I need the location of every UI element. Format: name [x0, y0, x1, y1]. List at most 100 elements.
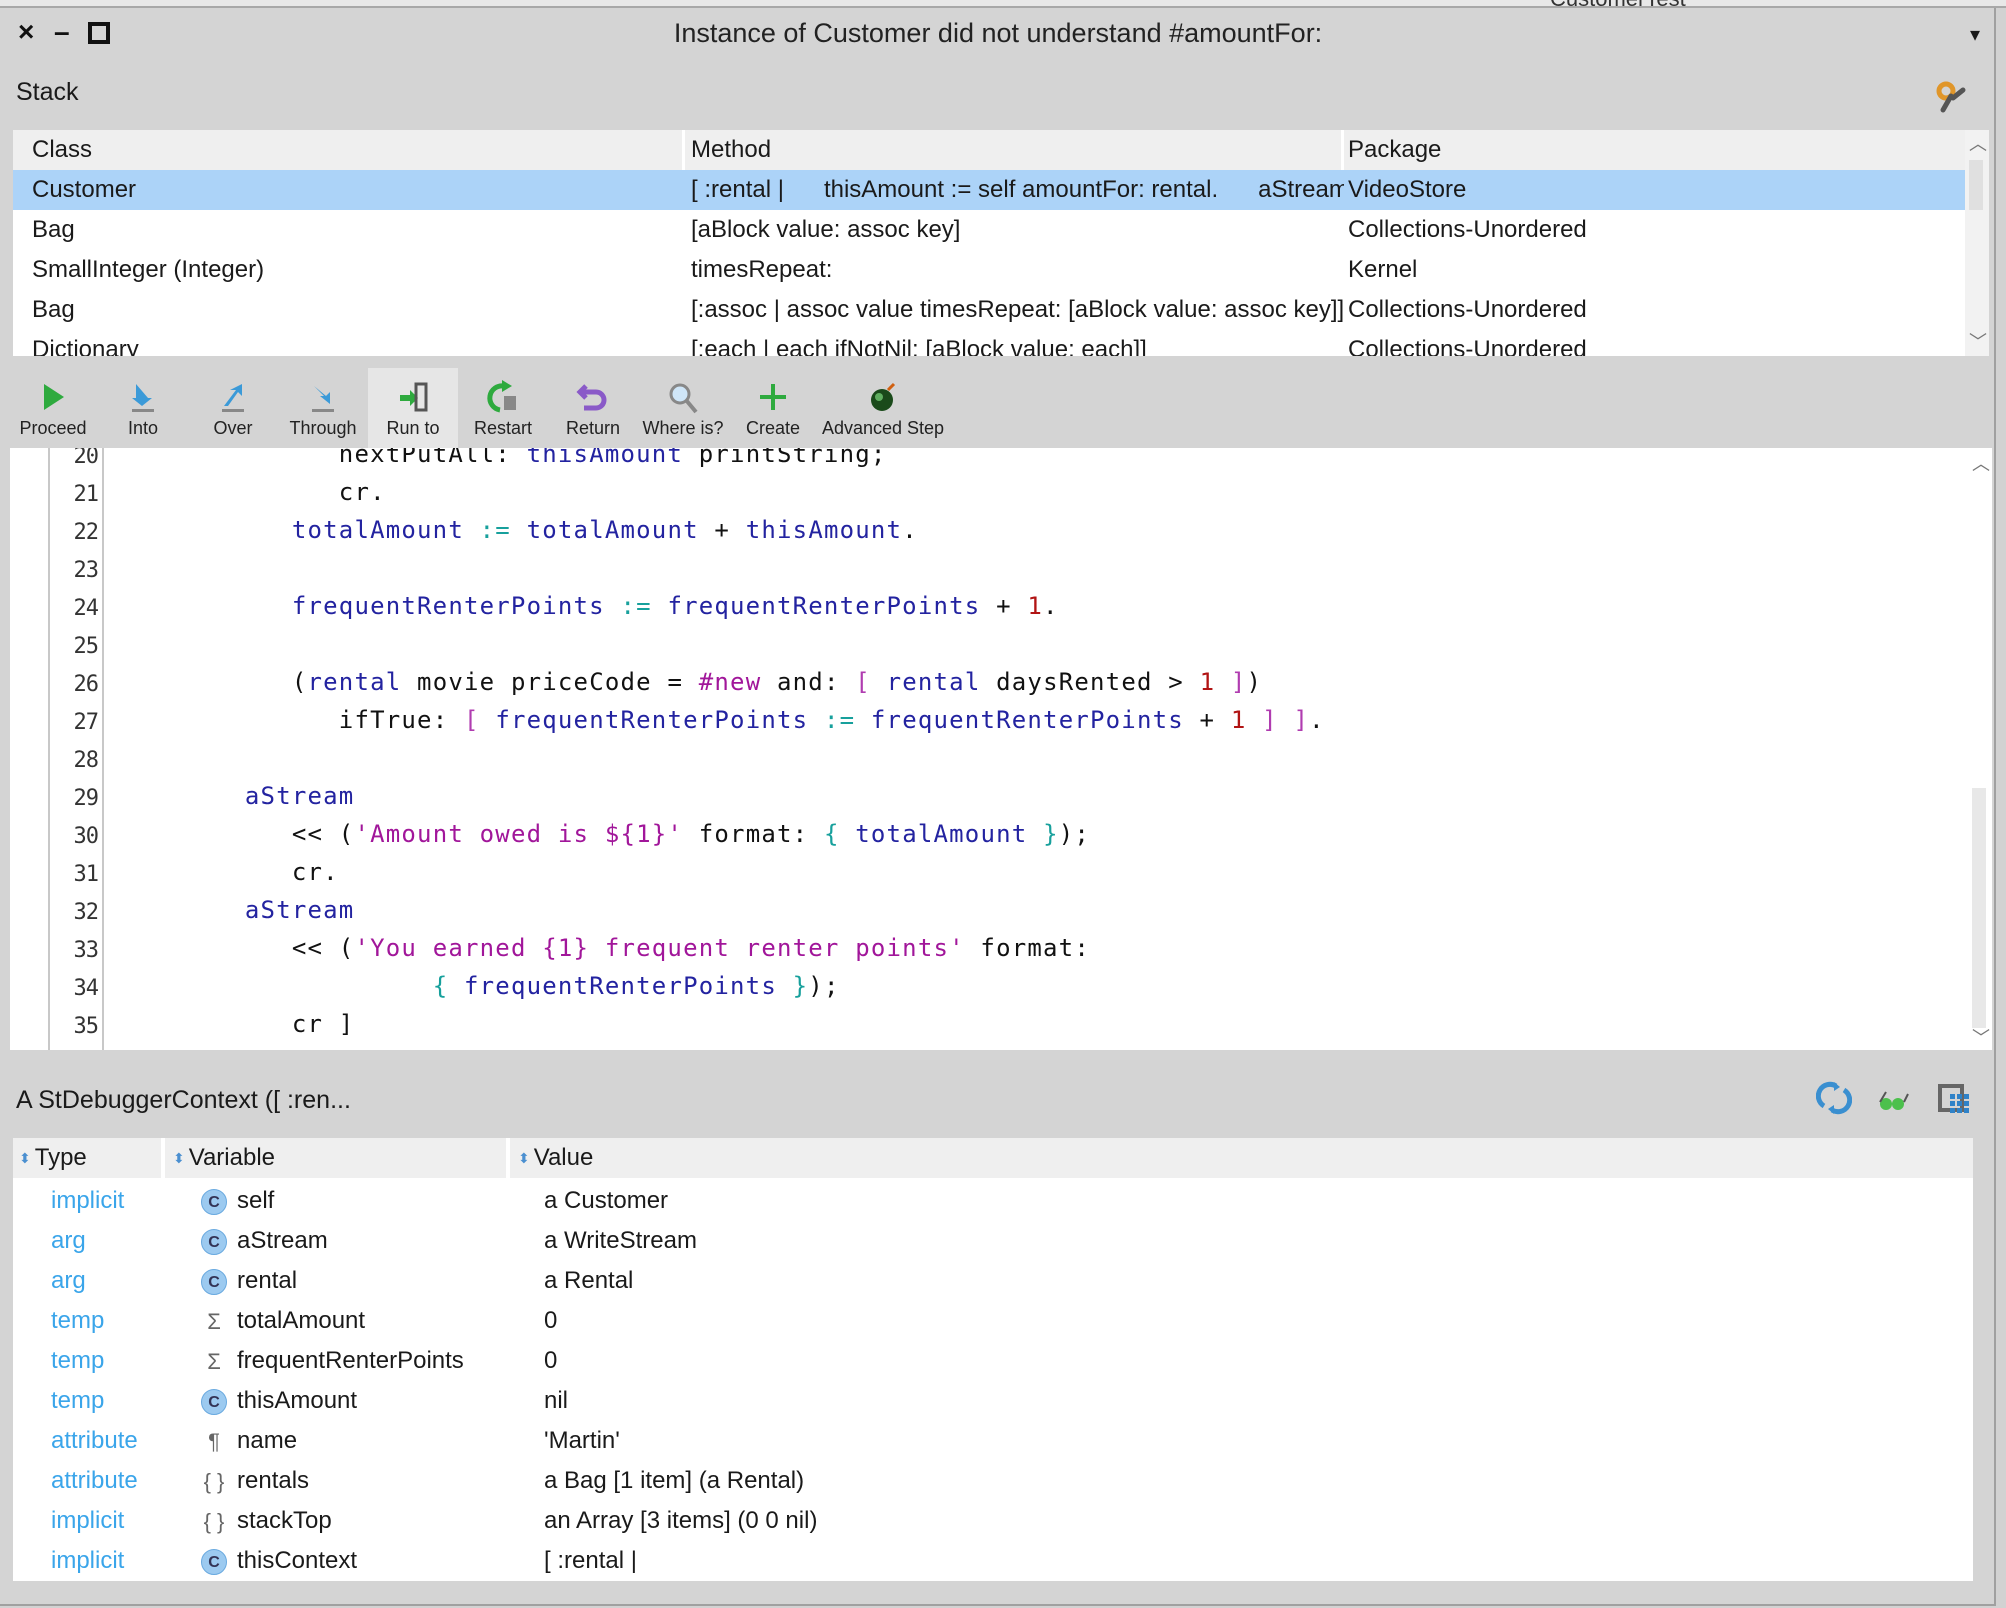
scroll-up-icon[interactable]: ︿ — [1969, 130, 1987, 156]
code-token: and: — [761, 668, 856, 696]
debugger-window: × – Instance of Customer did not underst… — [0, 8, 1996, 1606]
variable-row[interactable]: attribute { } rentals a Bag [1 item] (a Ren… — [13, 1461, 1973, 1501]
frame-method: [ :rental | thisAmount := self amountFor… — [691, 176, 1344, 203]
code-token: ifTrue: — [338, 706, 464, 734]
variable-type: temp — [51, 1307, 105, 1334]
variable-row[interactable]: temp ΣfrequentRenterPoints 0 — [13, 1341, 1973, 1381]
column-header-label: Variable — [188, 1144, 276, 1171]
frame-package: VideoStore — [1348, 176, 1467, 203]
line-number: 33 — [73, 938, 100, 963]
grid-icon[interactable] — [1936, 1080, 1972, 1116]
stack-frame-row[interactable]: Dictionary [:each | each ifNotNil: [aBloc… — [13, 330, 1965, 356]
variable-type: implicit — [51, 1547, 125, 1574]
code-token: + — [698, 516, 746, 544]
code-string: 'Amount owed is ${1}' — [354, 820, 684, 848]
scroll-up-icon[interactable]: ︿ — [1972, 450, 1990, 476]
code-token: cr. — [291, 858, 339, 886]
code-editor[interactable]: 20 21 22 23 24 25 26 27 28 29 30 31 32 33 34 35 nextPut… — [10, 448, 1968, 1050]
magnifier-icon — [669, 383, 698, 414]
variable-row[interactable]: attribute ¶ name 'Martin' — [13, 1421, 1973, 1461]
variable-value: a Rental — [544, 1267, 634, 1294]
code-line: ifTrue: [ frequentRenterPoints := freque… — [151, 706, 1325, 734]
code-token: ( — [291, 668, 308, 696]
line-number: 25 — [73, 634, 100, 659]
variable-row[interactable]: arg CaStream a WriteStream — [13, 1221, 1973, 1261]
glasses-icon[interactable] — [1876, 1080, 1912, 1116]
code-scrollbar[interactable]: ︿ ﹀ — [1968, 448, 1992, 1050]
column-header-variable[interactable]: ⬍ Variable — [165, 1138, 510, 1178]
toolbar-button-label: Restart — [473, 418, 533, 438]
variable-row[interactable]: temp CthisAmount nil — [13, 1381, 1973, 1421]
code-identifier: thisAmount — [745, 516, 903, 544]
stack-frame-row[interactable]: Customer [ :rental | thisAmount := self a… — [13, 170, 1965, 210]
variable-value: 0 — [544, 1347, 558, 1374]
settings-wrench-icon[interactable] — [1935, 80, 1969, 114]
frame-class: SmallInteger (Integer) — [32, 256, 265, 283]
toolbar-button-proceed[interactable]: Proceed — [8, 368, 98, 448]
code-token: + — [980, 592, 1028, 620]
stack-frame-row[interactable]: Bag [aBlock value: assoc key] Collections-… — [13, 210, 1965, 250]
variable-row[interactable]: temp ΣtotalAmount 0 — [13, 1301, 1973, 1341]
code-line: frequentRenterPoints := frequentRenterPo… — [151, 592, 1059, 620]
variable-type: temp — [51, 1347, 105, 1374]
column-header-class[interactable]: Class — [13, 130, 685, 170]
frame-method: [:each | each ifNotNil: [aBlock value: e… — [691, 336, 1147, 356]
variable-value: 'Martin' — [544, 1427, 620, 1454]
toolbar-button-create[interactable]: Create — [728, 368, 818, 448]
code-line: << ('Amount owed is ${1}' format: { tota… — [151, 820, 1090, 848]
column-header-value[interactable]: ⬍ Value — [510, 1138, 1973, 1178]
frame-package: Collections-Unordered — [1348, 296, 1587, 323]
code-token: << ( — [291, 934, 355, 962]
toolbar-button-through[interactable]: Through — [278, 368, 368, 448]
frame-method: [aBlock value: assoc key] — [691, 216, 961, 243]
toolbar-button-where-is[interactable]: Where is? — [638, 368, 728, 448]
variable-type: arg — [51, 1267, 86, 1294]
stack-frame-row[interactable]: SmallInteger (Integer) timesRepeat: Kernel — [13, 250, 1965, 290]
code-token: nextPutAll: — [338, 448, 527, 468]
refresh-icon[interactable] — [1816, 1080, 1852, 1116]
frame-class: Customer — [32, 176, 137, 203]
toolbar-button-run-to[interactable]: Run to — [368, 368, 458, 448]
toolbar-button-return[interactable]: Return — [548, 368, 638, 448]
variable-value: nil — [544, 1387, 569, 1414]
variable-type: attribute — [51, 1467, 138, 1494]
stack-scrollbar[interactable]: ︿ ﹀ — [1965, 130, 1989, 356]
variable-row[interactable]: arg Crental a Rental — [13, 1261, 1973, 1301]
code-line: cr ] — [151, 1010, 354, 1038]
column-header-package[interactable]: Package — [1344, 130, 1965, 170]
column-header-method[interactable]: Method — [685, 130, 1344, 170]
scroll-down-icon[interactable]: ﹀ — [1972, 1024, 1990, 1050]
window-menu-icon[interactable]: ▾ — [1970, 22, 1980, 47]
code-token: . — [1309, 706, 1325, 734]
toolbar-button-label: Create — [745, 418, 801, 438]
toolbar-button-label: Return — [565, 418, 621, 438]
stack-table-header: Class Method Package — [13, 130, 1965, 170]
variable-row[interactable]: implicit Cself a Customer — [13, 1181, 1973, 1221]
stack-frame-row[interactable]: Bag [:assoc | assoc value timesRepeat: [a… — [13, 290, 1965, 330]
title-bar: × – Instance of Customer did not underst… — [0, 8, 1996, 58]
variable-row[interactable]: implicit { } stackTop an Array [3 items] (0… — [13, 1501, 1973, 1541]
class-icon: C — [201, 1189, 227, 1215]
scroll-down-icon[interactable]: ﹀ — [1969, 328, 1987, 354]
code-token: ] — [1230, 668, 1247, 696]
variable-row[interactable]: implicit CthisContext [ :rental | — [13, 1541, 1973, 1581]
variable-type: implicit — [51, 1187, 125, 1214]
toolbar-button-advanced-step[interactable]: Advanced Step — [818, 368, 948, 448]
toolbar-button-label: Through — [289, 418, 357, 438]
variable-name: thisAmount — [237, 1387, 358, 1414]
toolbar-button-restart[interactable]: Restart — [458, 368, 548, 448]
code-token: cr ] — [291, 1010, 355, 1038]
toolbar-button-into[interactable]: Into — [98, 368, 188, 448]
column-header-type[interactable]: ⬍ Type — [13, 1138, 165, 1178]
toolbar-button-over[interactable]: Over — [188, 368, 278, 448]
code-token: << ( — [291, 820, 355, 848]
code-token: ) — [1246, 668, 1263, 696]
window-title: Instance of Customer did not understand … — [673, 18, 1323, 48]
